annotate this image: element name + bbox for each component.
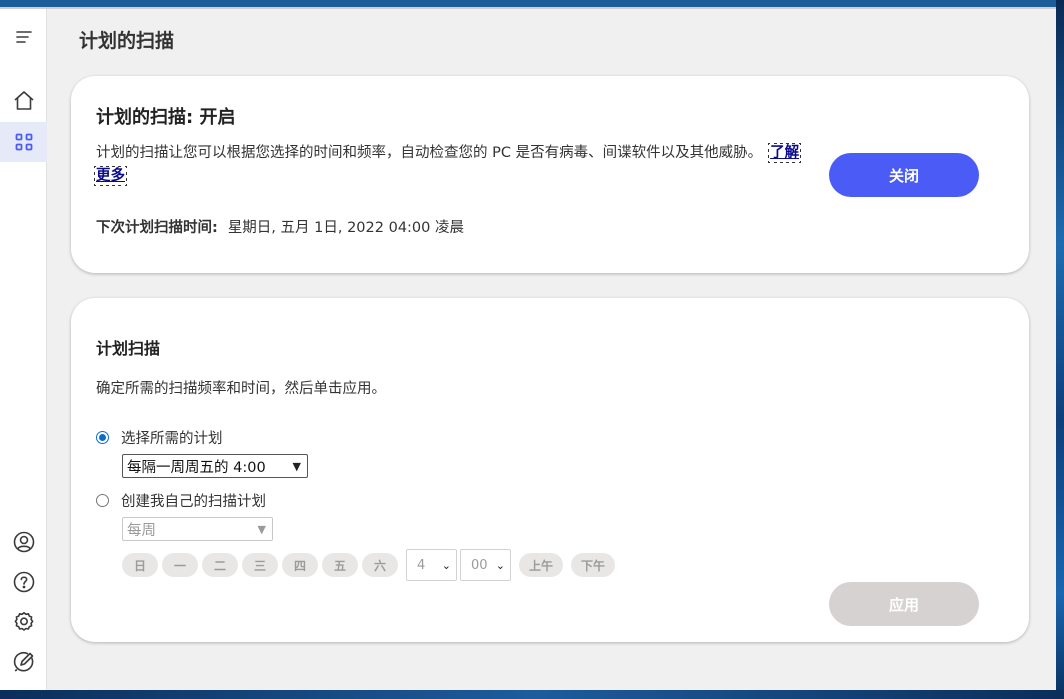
schedule-scan-card: 计划扫描 确定所需的扫描频率和时间，然后单击应用。 选择所需的计划 每隔一周周五… (71, 298, 1029, 642)
schedule-card-description: 确定所需的扫描频率和时间，然后单击应用。 (96, 381, 386, 397)
next-scan-info: 下次计划扫描时间: 星期日, 五月 1日, 2022 04:00 凌晨 (96, 216, 464, 237)
status-description-text: 计划的扫描让您可以根据您选择的时间和频率，自动检查您的 PC 是否有病毒、间谍软… (96, 145, 763, 161)
chevron-down-icon: ⌄ (441, 558, 451, 572)
sidebar-item-apps[interactable] (0, 122, 47, 162)
preset-schedule-label: 选择所需的计划 (121, 431, 223, 447)
next-scan-value: 星期日, 五月 1日, 2022 04:00 凌晨 (227, 220, 464, 236)
minute-select-value: 00 (471, 557, 488, 573)
day-time-row: 日 一 二 三 四 五 六 4 ⌄ 00 ⌄ 上午 下午 (122, 549, 615, 581)
apply-button[interactable]: 应用 (829, 582, 979, 626)
sidebar-item-help[interactable] (0, 562, 47, 602)
desktop-background-edge (1056, 0, 1064, 699)
turn-off-button[interactable]: 关闭 (829, 153, 979, 197)
schedule-card-title: 计划扫描 (96, 339, 161, 358)
sidebar-item-settings[interactable] (0, 602, 47, 642)
settings-icon (14, 612, 33, 631)
feedback-icon (13, 651, 33, 672)
sidebar-item-account[interactable] (0, 522, 47, 562)
apps-grid-icon (15, 133, 32, 151)
chevron-down-icon: ▼ (292, 459, 301, 473)
hamburger-menu-icon (15, 31, 32, 43)
sidebar (0, 9, 47, 690)
day-button-sun[interactable]: 日 (122, 553, 158, 577)
taskbar-edge (0, 690, 1064, 699)
help-icon (13, 571, 34, 593)
custom-schedule-option[interactable]: 创建我自己的扫描计划 (96, 490, 266, 511)
day-button-wed[interactable]: 三 (242, 553, 278, 577)
frequency-select[interactable]: 每周 ▼ (122, 517, 273, 541)
page-title: 计划的扫描 (79, 30, 175, 52)
custom-schedule-radio[interactable] (96, 494, 109, 507)
preset-schedule-select-value: 每隔一周周五的 4:00 (127, 459, 266, 476)
am-button[interactable]: 上午 (519, 553, 563, 577)
hour-select[interactable]: 4 ⌄ (406, 549, 457, 581)
scheduled-scan-status-card: 计划的扫描: 开启 计划的扫描让您可以根据您选择的时间和频率，自动检查您的 PC… (71, 76, 1029, 273)
hour-select-value: 4 (417, 557, 426, 573)
pm-button[interactable]: 下午 (571, 553, 615, 577)
preset-schedule-option[interactable]: 选择所需的计划 (96, 427, 223, 448)
day-button-sat[interactable]: 六 (362, 553, 398, 577)
custom-schedule-label: 创建我自己的扫描计划 (121, 494, 266, 510)
sidebar-item-home[interactable] (0, 81, 47, 121)
status-card-title: 计划的扫描: 开启 (96, 107, 236, 128)
day-button-mon[interactable]: 一 (162, 553, 198, 577)
sidebar-item-feedback[interactable] (0, 642, 47, 682)
day-button-thu[interactable]: 四 (282, 553, 318, 577)
day-button-tue[interactable]: 二 (202, 553, 238, 577)
status-card-description: 计划的扫描让您可以根据您选择的时间和频率，自动检查您的 PC 是否有病毒、间谍软… (93, 142, 806, 188)
home-icon (13, 91, 34, 110)
minute-select[interactable]: 00 ⌄ (460, 549, 511, 581)
hamburger-menu-button[interactable] (0, 17, 47, 57)
preset-schedule-radio[interactable] (96, 431, 109, 444)
day-button-fri[interactable]: 五 (322, 553, 358, 577)
chevron-down-icon: ⌄ (495, 558, 505, 572)
frequency-select-value: 每周 (127, 522, 156, 539)
account-icon (13, 531, 34, 553)
next-scan-label: 下次计划扫描时间: (96, 220, 218, 236)
chevron-down-icon: ▼ (257, 522, 266, 536)
preset-schedule-select[interactable]: 每隔一周周五的 4:00 ▼ (122, 454, 308, 478)
app-window: 计划的扫描 计划的扫描: 开启 计划的扫描让您可以根据您选择的时间和频率，自动检… (0, 7, 1056, 690)
